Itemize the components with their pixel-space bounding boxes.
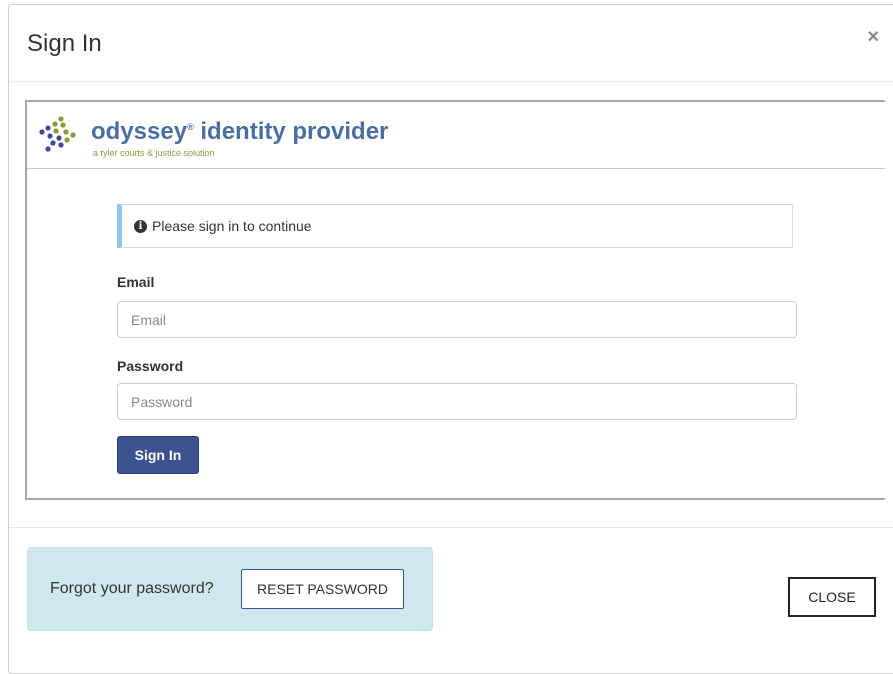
info-icon: i (134, 219, 147, 233)
email-label: Email (117, 274, 155, 290)
registered-mark: ® (187, 122, 194, 132)
brand-name-main: odyssey (91, 118, 188, 145)
identity-provider-frame: odyssey® identity provider a tyler court… (25, 100, 885, 500)
alert-message: Please sign in to continue (152, 218, 312, 234)
odyssey-logo-icon (39, 116, 76, 152)
reset-password-button[interactable]: RESET PASSWORD (241, 569, 404, 609)
brand-name-rest: identity provider (193, 118, 389, 145)
forgot-password-text: Forgot your password? (50, 580, 214, 597)
modal-title: Sign In (27, 30, 102, 57)
email-field[interactable] (117, 301, 797, 338)
sign-in-button[interactable]: Sign In (117, 436, 199, 474)
close-button[interactable]: CLOSE (788, 577, 876, 617)
sign-in-alert: i Please sign in to continue (117, 204, 793, 248)
sign-in-modal: Sign In × odyssey® identity provider a t… (8, 4, 893, 674)
close-icon[interactable]: × (867, 27, 879, 47)
password-label: Password (117, 358, 184, 374)
brand-tagline: a tyler courts & justice solution (93, 148, 215, 158)
reset-password-panel: Forgot your password? RESET PASSWORD (27, 547, 433, 631)
idp-header: odyssey® identity provider a tyler court… (27, 102, 885, 169)
password-field[interactable] (117, 383, 797, 420)
modal-header: Sign In × (9, 5, 893, 82)
brand-name: odyssey® identity provider (91, 118, 388, 146)
footer-divider (9, 527, 893, 528)
